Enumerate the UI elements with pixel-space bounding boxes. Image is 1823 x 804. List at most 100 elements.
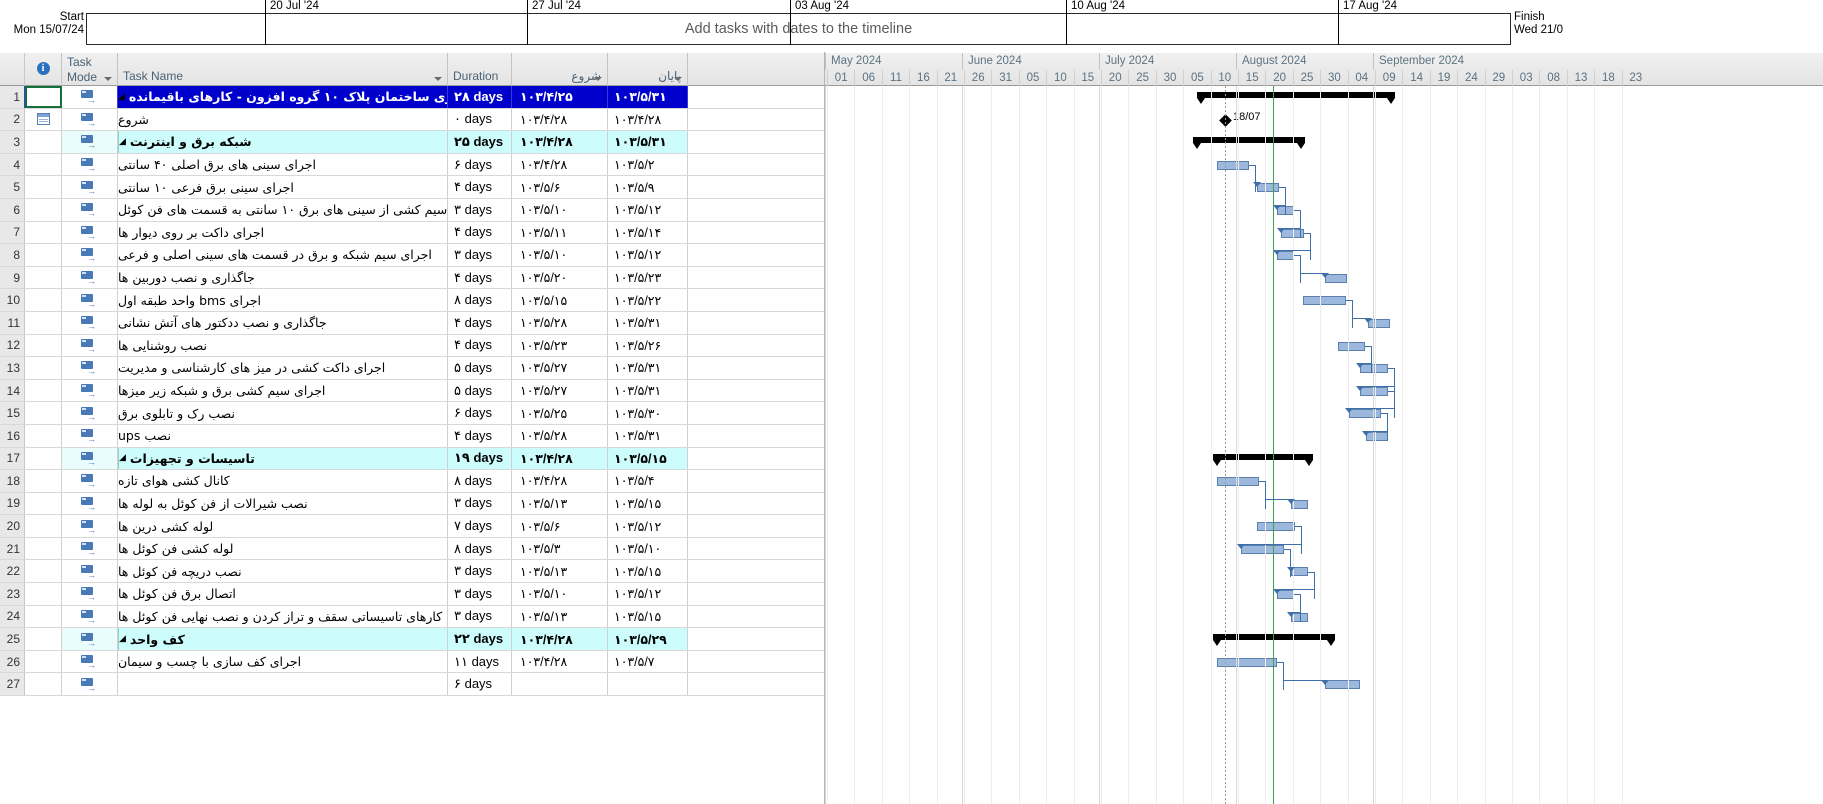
row-start-cell[interactable]: ۱۰۳/۵/۱۰: [512, 198, 608, 221]
row-task-mode-cell[interactable]: →: [62, 492, 118, 515]
gantt-row[interactable]: [825, 606, 1823, 629]
row-start-cell[interactable]: ۱۰۳/۴/۲۸: [512, 131, 608, 153]
row-indicator-cell[interactable]: [25, 605, 62, 628]
row-blank-cell[interactable]: [688, 244, 824, 266]
gantt-task-bar[interactable]: [1366, 431, 1388, 441]
row-finish-cell[interactable]: ۱۰۳/۵/۱۵: [608, 560, 688, 583]
row-start-cell[interactable]: ۱۰۳/۵/۶: [512, 515, 608, 537]
row-blank-cell[interactable]: [688, 651, 824, 673]
row-indicator-cell[interactable]: [25, 86, 62, 108]
row-duration-cell[interactable]: ۲۲ days: [448, 628, 512, 650]
row-task-mode-cell[interactable]: →: [62, 289, 118, 311]
timeline-band[interactable]: Add tasks with dates to the timeline: [86, 13, 1511, 45]
row-start-cell[interactable]: [512, 673, 608, 696]
row-finish-cell[interactable]: ۱۰۳/۵/۱۰: [608, 537, 688, 560]
row-indicator-cell[interactable]: [25, 176, 62, 198]
table-row[interactable]: 14 → اجرای سیم کشی برق و شبکه زیر میزها ۵ d…: [0, 379, 824, 403]
table-row[interactable]: 22 → نصب دریچه فن کوئل ها ۳ days ۱۰۳/۵/۱۳ ۱۰۳…: [0, 560, 824, 584]
gantt-row[interactable]: [825, 651, 1823, 674]
row-blank-cell[interactable]: [688, 673, 824, 695]
row-blank-cell[interactable]: [688, 380, 824, 402]
gantt-task-bar[interactable]: [1257, 522, 1295, 532]
gantt-row[interactable]: [825, 538, 1823, 561]
row-blank-cell[interactable]: [688, 538, 824, 560]
task-table-body[interactable]: 1 → بازسازی ساختمان پلاک ۱۰ گروه افزون - ک…: [0, 86, 824, 804]
row-duration-cell[interactable]: ۸ days: [448, 470, 512, 492]
row-duration-cell[interactable]: ۸ days: [448, 289, 512, 311]
row-task-mode-cell[interactable]: →: [62, 650, 118, 673]
row-finish-cell[interactable]: ۱۰۳/۵/۱۲: [608, 198, 688, 221]
row-start-cell[interactable]: ۱۰۳/۵/۲۸: [512, 311, 608, 334]
table-row[interactable]: 26 → اجرای کف سازی با چسب و سیمان ۱۱ days ۱۰…: [0, 650, 824, 674]
gantt-task-bar[interactable]: [1338, 341, 1365, 351]
gantt-row[interactable]: [825, 244, 1823, 267]
row-finish-cell[interactable]: ۱۰۳/۵/۳۱: [608, 131, 688, 153]
table-row[interactable]: 5 → اجرای سینی برق فرعی ۱۰ سانتی ۴ days ۱۰۳/…: [0, 176, 824, 199]
row-task-name-cell[interactable]: اجرای سینی های برق اصلی ۴۰ سانتی: [118, 153, 448, 176]
gantt-task-bar[interactable]: [1325, 680, 1360, 690]
row-blank-cell[interactable]: [688, 560, 824, 582]
row-task-name-cell[interactable]: لوله کشی درین ها: [118, 515, 448, 537]
row-indicator-cell[interactable]: [25, 311, 62, 334]
row-finish-cell[interactable]: ۱۰۳/۵/۱۲: [608, 515, 688, 537]
row-task-mode-cell[interactable]: →: [62, 244, 118, 266]
table-row[interactable]: 11 → جاگذاری و نصب ددکتور های آتش نشانی ۴ d…: [0, 311, 824, 335]
row-indicator-cell[interactable]: [25, 583, 62, 605]
row-finish-cell[interactable]: ۱۰۳/۵/۱۵: [608, 492, 688, 515]
row-indicator-cell[interactable]: [25, 560, 62, 583]
row-task-name-cell[interactable]: بازسازی ساختمان پلاک ۱۰ گروه افزون - کار…: [118, 86, 448, 108]
row-duration-cell[interactable]: ۳ days: [448, 492, 512, 515]
row-start-cell[interactable]: ۱۰۳/۴/۲۸: [512, 447, 608, 470]
row-blank-cell[interactable]: [688, 312, 824, 334]
row-indicator-cell[interactable]: [25, 650, 62, 673]
collapse-toggle-icon[interactable]: ◢: [119, 453, 126, 463]
row-indicator-cell[interactable]: [25, 153, 62, 176]
gantt-row[interactable]: [825, 154, 1823, 177]
row-task-mode-cell[interactable]: →: [62, 470, 118, 492]
row-task-mode-cell[interactable]: →: [62, 447, 118, 470]
collapse-toggle-icon[interactable]: ◢: [118, 92, 125, 102]
gantt-row[interactable]: [825, 515, 1823, 538]
table-row[interactable]: 20 → لوله کشی درین ها ۷ days ۱۰۳/۵/۶ ۱۰۳/۵/۱۲: [0, 515, 824, 538]
chevron-down-icon[interactable]: [434, 77, 442, 81]
header-finish[interactable]: پایان: [608, 53, 688, 86]
row-task-mode-cell[interactable]: →: [62, 583, 118, 605]
row-indicator-cell[interactable]: [25, 673, 62, 696]
collapse-toggle-icon[interactable]: ◢: [119, 137, 126, 147]
table-row[interactable]: 2 → شروع ۰ days ۱۰۳/۴/۲۸ ۱۰۳/۴/۲۸: [0, 108, 824, 132]
row-duration-cell[interactable]: ۳ days: [448, 605, 512, 628]
row-task-mode-cell[interactable]: →: [62, 560, 118, 583]
table-row[interactable]: 10 → اجرای bms واحد طبقه اول ۸ days ۱۰۳/۵/۱۵…: [0, 289, 824, 312]
row-duration-cell[interactable]: ۶ days: [448, 153, 512, 176]
gantt-task-bar[interactable]: [1303, 296, 1346, 306]
gantt-summary-bar[interactable]: [1213, 453, 1313, 466]
gantt-task-bar[interactable]: [1277, 590, 1294, 600]
header-start[interactable]: شروع: [512, 53, 608, 86]
table-row[interactable]: 9 → جاگذاری و نصب دوربین ها ۴ days ۱۰۳/۵/۲۰ ۱…: [0, 266, 824, 290]
chevron-down-icon[interactable]: [104, 77, 112, 81]
gantt-task-bar[interactable]: [1241, 544, 1284, 554]
row-finish-cell[interactable]: ۱۰۳/۴/۲۸: [608, 108, 688, 131]
gantt-row[interactable]: [825, 448, 1823, 471]
row-finish-cell[interactable]: ۱۰۳/۵/۱۵: [608, 447, 688, 470]
row-duration-cell[interactable]: ۴ days: [448, 266, 512, 289]
table-row[interactable]: 7 → اجرای داکت بر روی دیوار ها ۴ days ۱۰۳/۵/…: [0, 221, 824, 245]
row-start-cell[interactable]: ۱۰۳/۵/۲۷: [512, 379, 608, 402]
row-blank-cell[interactable]: [688, 470, 824, 492]
gantt-row[interactable]: [825, 131, 1823, 154]
table-row[interactable]: 19 → نصب شیرالات از فن کوئل به لوله ها ۳ da…: [0, 492, 824, 516]
table-row[interactable]: 13 → اجرای داکت کشی در میز های کارشناسی و …: [0, 357, 824, 380]
row-task-name-cell[interactable]: اجرای سیم شبکه و برق در قسمت های سینی اص…: [118, 244, 448, 266]
row-blank-cell[interactable]: [688, 425, 824, 447]
task-table-pane[interactable]: i Task Mode Task Name Duration شروع پایا…: [0, 52, 825, 804]
row-task-name-cell[interactable]: سیم کشی از سینی های برق ۱۰ سانتی به قسمت…: [118, 198, 448, 221]
row-indicator-cell[interactable]: [25, 244, 62, 266]
gantt-summary-bar[interactable]: [1213, 634, 1335, 647]
row-task-name-cell[interactable]: اجرای سینی برق فرعی ۱۰ سانتی: [118, 176, 448, 198]
gantt-task-bar[interactable]: [1217, 657, 1277, 667]
row-finish-cell[interactable]: [608, 673, 688, 696]
table-row[interactable]: 6 → سیم کشی از سینی های برق ۱۰ سانتی به قس…: [0, 198, 824, 222]
row-duration-cell[interactable]: ۴ days: [448, 176, 512, 198]
gantt-row[interactable]: [825, 673, 1823, 696]
row-task-mode-cell[interactable]: →: [62, 176, 118, 198]
